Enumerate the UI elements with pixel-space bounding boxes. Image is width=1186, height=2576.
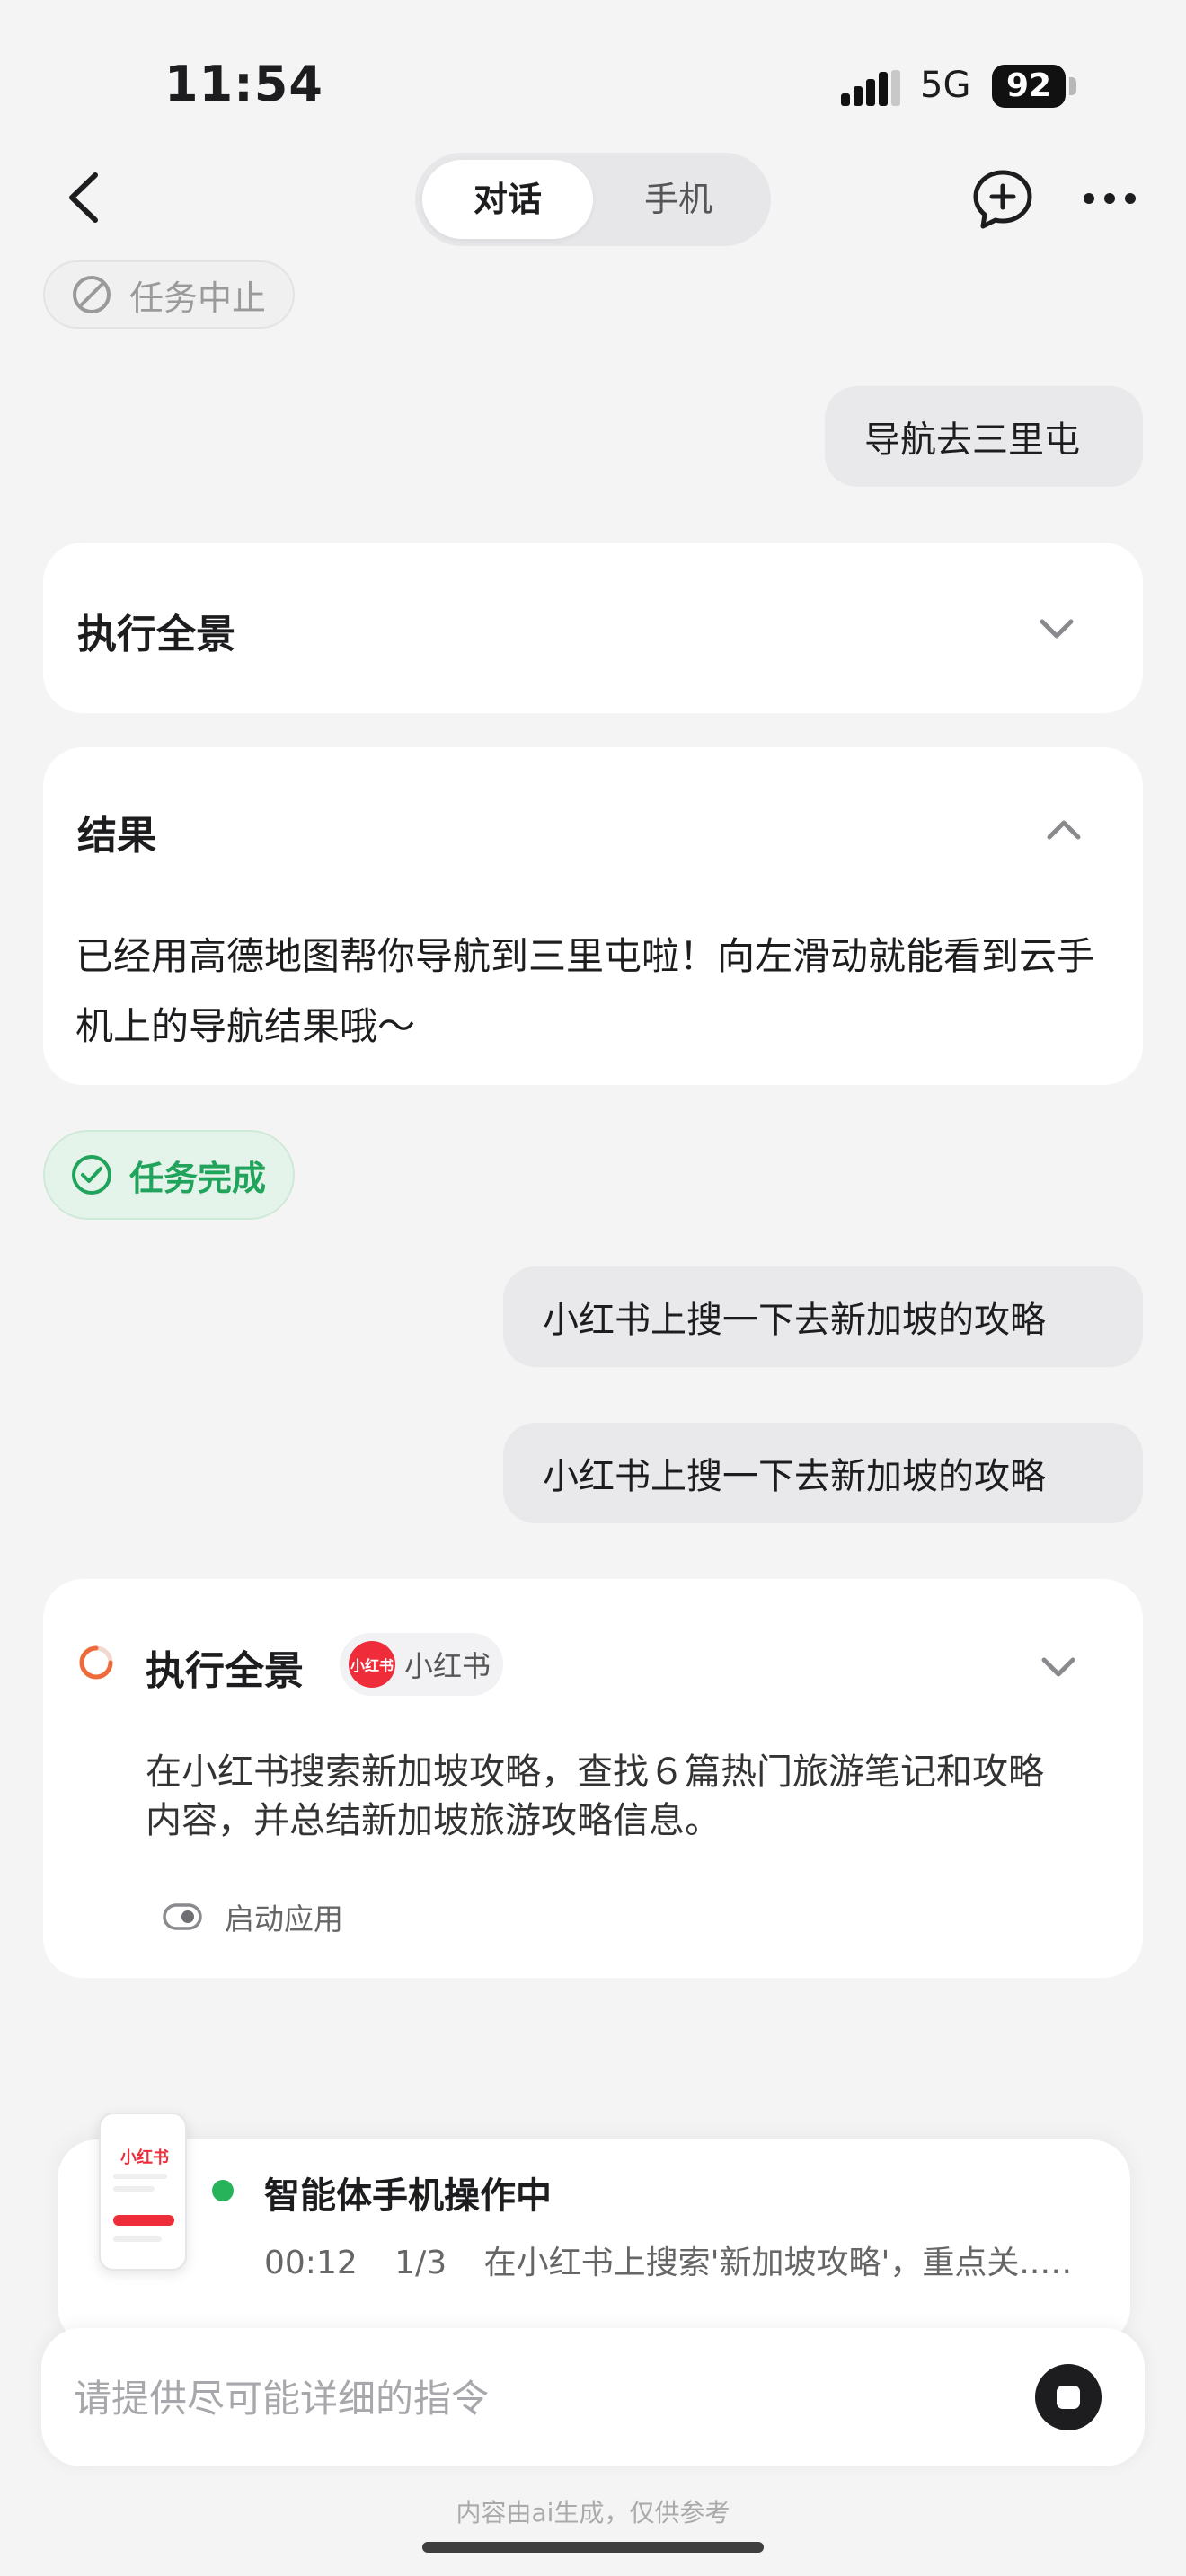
current-step-text: 在小红书上搜索'新加坡攻略'，重点关... [483, 2245, 1050, 2281]
result-text: 已经用高德地图帮你导航到三里屯啦！向左滑动就能看到云手机上的导航结果哦～ [75, 934, 1095, 1048]
agent-status-detail: 00:12 1/3 在小红书上搜索'新加坡攻略'，重点关... [264, 2236, 1073, 2283]
battery-cap [1069, 77, 1076, 95]
app-badge-label: 小红书 [404, 1649, 491, 1683]
thumbnail-line [113, 2236, 162, 2242]
check-circle-icon [72, 1155, 111, 1195]
user-message-text: 小红书上搜一下去新加坡的攻略 [543, 1300, 1046, 1341]
status-time: 11:54 [164, 56, 323, 112]
chevron-up-icon[interactable] [1044, 817, 1084, 842]
tab-phone[interactable]: 手机 [593, 160, 764, 239]
overview-card[interactable]: 执行全景 [43, 543, 1143, 713]
running-card-title: 执行全景 [146, 1648, 304, 1694]
result-card-title: 结果 [77, 813, 156, 859]
xiaohongshu-logo: 小红书 [349, 1641, 395, 1688]
battery-level: 92 [992, 65, 1066, 108]
chevron-down-icon[interactable] [1039, 1654, 1078, 1680]
task-complete-chip: 任务完成 [43, 1130, 295, 1220]
user-message: 小红书上搜一下去新加坡的攻略 [503, 1423, 1143, 1523]
user-message-text: 导航去三里屯 [864, 419, 1080, 461]
overview-card-title: 执行全景 [77, 612, 235, 657]
step-item: 启动应用 [162, 1895, 343, 1938]
app-badge: 小红书 小红书 [340, 1633, 503, 1696]
prompt-input[interactable] [74, 2364, 990, 2432]
elapsed-time: 00:12 [264, 2245, 358, 2281]
stop-button[interactable] [1035, 2364, 1102, 2430]
thumbnail-button [113, 2215, 174, 2226]
chevron-down-icon[interactable] [1037, 616, 1076, 641]
tab-dialog[interactable]: 对话 [422, 160, 593, 239]
agent-status-title: 智能体手机操作中 [264, 2175, 552, 2217]
step-progress: 1/3 [394, 2245, 447, 2281]
step-label: 启动应用 [225, 1901, 343, 1936]
phone-thumbnail[interactable]: 小红书 [99, 2113, 187, 2271]
network-type: 5G [920, 65, 971, 106]
loading-spinner-icon [79, 1645, 113, 1680]
signal-icon [841, 70, 900, 106]
user-message-text: 小红书上搜一下去新加坡的攻略 [543, 1456, 1046, 1497]
thumbnail-line [113, 2186, 155, 2192]
status-dot [212, 2180, 234, 2201]
user-message: 小红书上搜一下去新加坡的攻略 [503, 1266, 1143, 1367]
thumbnail-line [113, 2174, 167, 2179]
task-stopped-chip: 任务中止 [43, 260, 295, 329]
more-icon[interactable] [1082, 185, 1137, 212]
task-stopped-label: 任务中止 [129, 278, 267, 318]
task-description: 在小红书搜索新加坡攻略，查找６篇热门旅游笔记和攻略内容，并总结新加坡旅游攻略信息… [146, 1751, 1044, 1841]
composer [41, 2328, 1145, 2466]
stop-square-icon [1057, 2386, 1080, 2409]
stop-circle-icon [73, 276, 111, 313]
ai-disclaimer: 内容由ai生成，仅供参考 [456, 2498, 730, 2527]
thumbnail-app-logo: 小红书 [120, 2148, 169, 2167]
back-icon[interactable] [54, 166, 111, 229]
task-complete-label: 任务完成 [129, 1158, 267, 1198]
user-message: 导航去三里屯 [825, 386, 1143, 487]
new-chat-icon[interactable] [970, 167, 1035, 232]
toggle-icon [163, 1903, 202, 1930]
home-indicator[interactable] [422, 2542, 764, 2553]
